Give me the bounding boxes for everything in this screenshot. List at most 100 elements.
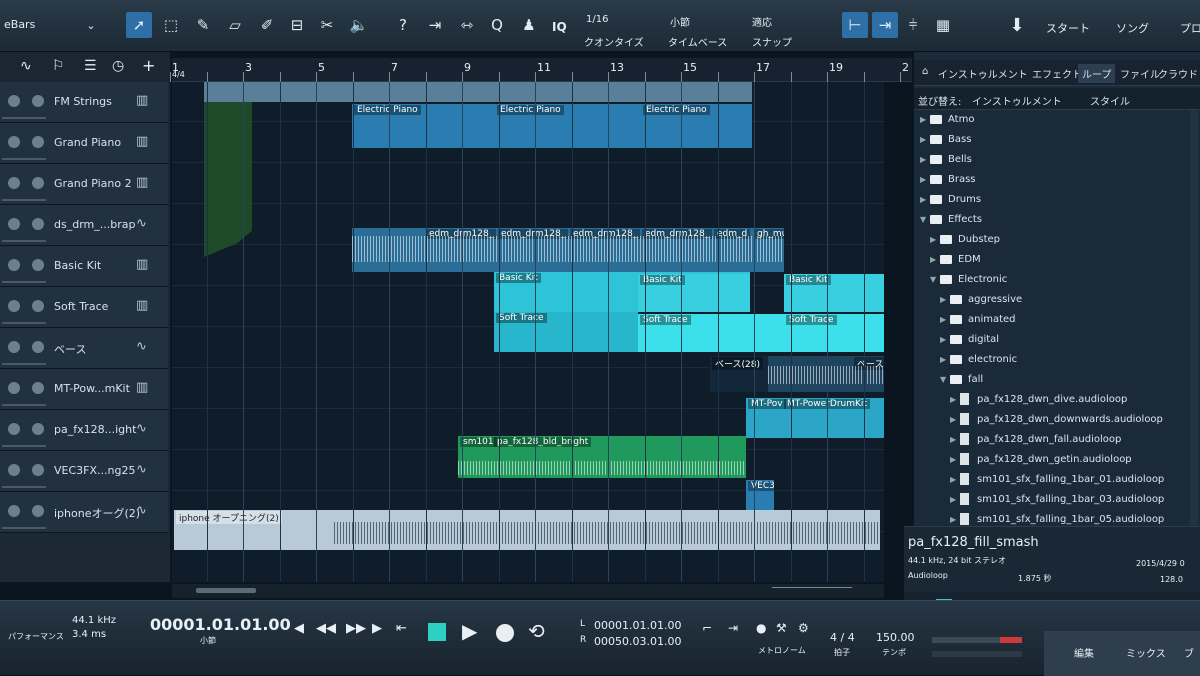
tab-effects[interactable]: エフェクト <box>1032 66 1082 81</box>
paint-tool-icon[interactable]: ✐ <box>254 12 280 38</box>
layout-icon[interactable]: ▦ <box>930 12 956 38</box>
track-list-icon[interactable]: ☰ <box>84 58 97 74</box>
mute-button[interactable] <box>8 259 20 271</box>
chevron-right-icon[interactable]: ▶ <box>950 495 960 504</box>
tab-instruments[interactable]: インストゥルメント <box>938 66 1028 81</box>
chevron-right-icon[interactable]: ▶ <box>920 135 930 144</box>
position-display[interactable]: 00001.01.01.00 <box>150 615 291 634</box>
automation-icon[interactable]: ∿ <box>20 58 32 74</box>
timeline-ruler[interactable]: 4/4 1 3 5 7 9 11 13 15 17 19 2 <box>170 58 912 82</box>
style-dropdown[interactable]: スタイル <box>1090 93 1130 108</box>
chevron-right-icon[interactable]: ▶ <box>930 255 940 264</box>
chevron-down-icon[interactable]: ▼ <box>920 215 930 224</box>
speaker-icon[interactable]: 🔈 <box>346 12 372 38</box>
tab-files[interactable]: ファイル <box>1120 66 1160 81</box>
solo-button[interactable] <box>32 464 44 476</box>
mute-button[interactable] <box>8 382 20 394</box>
solo-button[interactable] <box>32 218 44 230</box>
clip-basic-kit-2[interactable]: Basic Kit <box>638 274 750 312</box>
quantize-value[interactable]: 1/16 <box>586 14 608 25</box>
chevron-right-icon[interactable]: ▶ <box>950 455 960 464</box>
audio-stretch-icon[interactable]: ⇿ <box>454 12 480 38</box>
home-icon[interactable]: ⌂ <box>922 66 928 77</box>
mute-button[interactable] <box>8 136 20 148</box>
solo-button[interactable] <box>32 177 44 189</box>
metronome-dot-icon[interactable]: ● <box>756 621 766 635</box>
chevron-right-icon[interactable]: ▶ <box>940 335 950 344</box>
solo-button[interactable] <box>32 95 44 107</box>
track-header[interactable]: Soft Trace ▥ <box>0 287 168 328</box>
track-header[interactable]: pa_fx128...ight ∿ <box>0 410 168 451</box>
record-icon[interactable] <box>496 624 514 642</box>
clip-edm-drums[interactable]: edm_drm128_ edm_drm128_ edm_drm128_ edm_… <box>352 228 784 272</box>
chevron-right-icon[interactable]: ▶ <box>930 235 940 244</box>
song-page-button[interactable]: ソング <box>1116 20 1149 36</box>
browser-file[interactable]: ▶ pa_fx128_dwn_getin.audioloop <box>950 450 1132 468</box>
iq-button[interactable]: IQ <box>552 20 567 34</box>
chevron-right-icon[interactable]: ▶ <box>940 295 950 304</box>
clip-soft-trace-2[interactable]: Soft Trace <box>638 314 784 352</box>
browser-file[interactable]: ▶ sm101_sfx_falling_1bar_01.audioloop <box>950 470 1164 488</box>
range-tool-icon[interactable]: ⬚ <box>158 12 184 38</box>
bend-tool-icon[interactable]: ✂ <box>314 12 340 38</box>
track-header[interactable]: VEC3FX...ng25 ∿ <box>0 451 168 492</box>
autoscroll-icon[interactable]: ⇥ <box>872 12 898 38</box>
return-to-zero-icon[interactable]: ⇤ <box>396 621 407 636</box>
mute-button[interactable] <box>8 300 20 312</box>
clip-pa-fx128-bld-bright[interactable]: sm101 pa_fx128_bld_bright <box>458 436 746 478</box>
eraser-tool-icon[interactable]: ▱ <box>222 12 248 38</box>
browser-file[interactable]: ▶ pa_fx128_dwn_downwards.audioloop <box>950 410 1163 428</box>
chevron-right-icon[interactable]: ▶ <box>920 155 930 164</box>
chevron-right-icon[interactable]: ▶ <box>920 115 930 124</box>
zoom-slider[interactable] <box>772 587 852 594</box>
zoom-icon[interactable]: Q <box>484 12 510 38</box>
play-icon[interactable]: ▶ <box>462 619 477 643</box>
download-icon[interactable]: ⬇ <box>1004 12 1030 38</box>
stop-icon[interactable] <box>428 623 446 641</box>
loop-start[interactable]: 00001.01.01.00 <box>594 619 681 632</box>
browser-file[interactable]: ▶ sm101_sfx_falling_1bar_03.audioloop <box>950 490 1164 508</box>
horizontal-scrollbar[interactable] <box>172 584 884 598</box>
browser-scrollbar[interactable] <box>1190 110 1198 526</box>
help-icon[interactable]: ? <box>390 12 416 38</box>
track-header[interactable]: ベース ∿ <box>0 328 168 369</box>
mute-button[interactable] <box>8 464 20 476</box>
project-page-button[interactable]: プロ <box>1180 20 1200 36</box>
chevron-right-icon[interactable]: ▶ <box>940 315 950 324</box>
clip-bass-2[interactable]: ベース <box>768 356 884 392</box>
chevron-down-icon[interactable]: ⌄ <box>78 12 104 38</box>
browser-folder[interactable]: ▶ aggressive <box>940 290 1022 308</box>
listen-icon[interactable]: ♟ <box>516 12 542 38</box>
tab-cloud[interactable]: クラウド <box>1158 66 1198 81</box>
chevron-right-icon[interactable]: ▶ <box>950 395 960 404</box>
mute-button[interactable] <box>8 423 20 435</box>
solo-button[interactable] <box>32 382 44 394</box>
fast-forward-icon[interactable]: ▶▶ <box>346 621 366 636</box>
browser-folder[interactable]: ▶ Dubstep <box>930 230 1000 248</box>
browser-file[interactable]: ▶ pa_fx128_dwn_dive.audioloop <box>950 390 1127 408</box>
browser-folder[interactable]: ▶ Drums <box>920 190 981 208</box>
browser-folder[interactable]: ▼ fall <box>940 370 983 388</box>
chevron-right-icon[interactable]: ▶ <box>940 355 950 364</box>
browser-folder[interactable]: ▶ digital <box>940 330 999 348</box>
solo-button[interactable] <box>32 259 44 271</box>
time-signature[interactable]: 4 / 4 <box>830 631 855 644</box>
track-header[interactable]: Grand Piano 2 ▥ <box>0 164 168 205</box>
chevron-down-icon[interactable]: ▼ <box>930 275 940 284</box>
tab-loops[interactable]: ループ <box>1078 64 1116 83</box>
rewind-icon[interactable]: ◀◀ <box>316 621 336 636</box>
track-header[interactable]: Basic Kit ▥ <box>0 246 168 287</box>
sort-dropdown[interactable]: インストゥルメント <box>972 93 1062 108</box>
chevron-right-icon[interactable]: ▶ <box>950 415 960 424</box>
browser-folder[interactable]: ▼ Electronic <box>930 270 1007 288</box>
track-header[interactable]: FM Strings ▥ <box>0 82 168 123</box>
browser-folder[interactable]: ▶ animated <box>940 310 1016 328</box>
track-header[interactable]: MT-Pow...mKit ▥ <box>0 369 168 410</box>
next-marker-icon[interactable]: ▶ <box>372 621 382 636</box>
chevron-right-icon[interactable]: ▶ <box>950 435 960 444</box>
preroll-icon[interactable]: ⇥ <box>728 621 738 635</box>
loop-end[interactable]: 00050.03.01.00 <box>594 635 681 648</box>
solo-button[interactable] <box>32 423 44 435</box>
arrange-view[interactable]: Electric Piano Electric Piano Electric P… <box>172 82 884 582</box>
solo-button[interactable] <box>32 505 44 517</box>
